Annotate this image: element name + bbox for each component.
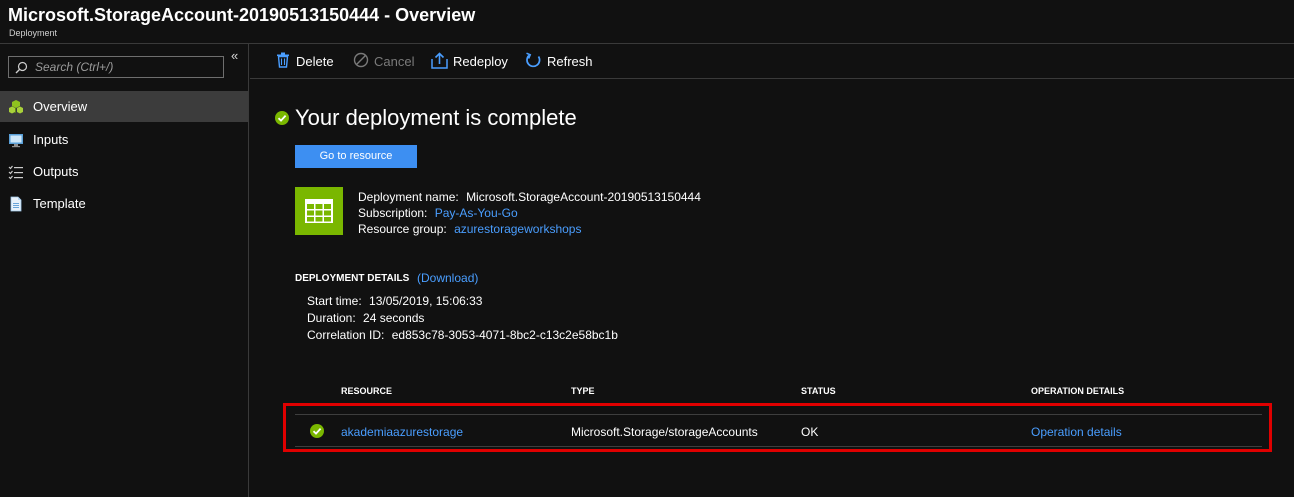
column-header-type: TYPE (571, 386, 595, 396)
cancel-label: Cancel (374, 54, 415, 69)
correlation-id-label: Correlation ID: (307, 328, 385, 342)
operation-details-link[interactable]: Operation details (1031, 425, 1122, 439)
duration-label: Duration: (307, 311, 356, 325)
column-header-operation-details: OPERATION DETAILS (1031, 386, 1125, 396)
correlation-id-value: ed853c78-3053-4071-8bc2-c13c2e58bc1b (391, 328, 618, 342)
resource-group-label: Resource group: (358, 222, 447, 236)
resource-status: OK (801, 425, 819, 439)
command-bar: Delete Cancel Redeploy Refresh (250, 44, 1294, 79)
search-box[interactable] (8, 56, 224, 78)
sidebar-item-label: Template (33, 196, 86, 211)
sidebar-item-outputs[interactable]: Outputs (0, 156, 248, 187)
page-subtitle: Deployment (9, 28, 58, 38)
resource-link[interactable]: akademiaazurestorage (341, 425, 463, 439)
redeploy-button[interactable]: Redeploy (431, 52, 511, 70)
start-time-label: Start time: (307, 294, 362, 308)
success-check-icon (310, 424, 324, 438)
success-check-icon (275, 111, 289, 125)
outputs-list-icon (8, 165, 23, 180)
deployment-name-label: Deployment name: (358, 190, 459, 204)
start-time-value: 13/05/2019, 15:06:33 (369, 294, 483, 308)
refresh-button[interactable]: Refresh (525, 52, 595, 70)
resource-group-row: Resource group: azurestorageworkshops (358, 222, 581, 236)
main-content: Your deployment is complete Go to resour… (250, 80, 1294, 497)
subscription-label: Subscription: (358, 206, 428, 220)
column-header-status: STATUS (801, 386, 836, 396)
duration-row: Duration: 24 seconds (307, 311, 424, 325)
subscription-row: Subscription: Pay-As-You-Go (358, 206, 518, 220)
sidebar-item-inputs[interactable]: Inputs (0, 124, 248, 155)
cancel-button[interactable]: Cancel (353, 52, 415, 70)
template-document-icon (10, 196, 22, 212)
search-icon (15, 61, 28, 74)
sidebar-item-label: Outputs (33, 164, 79, 179)
start-time-row: Start time: 13/05/2019, 15:06:33 (307, 294, 482, 308)
duration-value: 24 seconds (363, 311, 425, 325)
resource-group-link[interactable]: azurestorageworkshops (454, 222, 581, 236)
deployment-status-heading: Your deployment is complete (295, 105, 577, 130)
resource-type: Microsoft.Storage/storageAccounts (571, 425, 758, 439)
redeploy-label: Redeploy (453, 54, 508, 69)
deployment-name-value: Microsoft.StorageAccount-20190513150444 (466, 190, 701, 204)
sidebar-item-overview[interactable]: Overview (0, 91, 248, 122)
page-header: Microsoft.StorageAccount-20190513150444 … (0, 0, 1294, 44)
subscription-link[interactable]: Pay-As-You-Go (435, 206, 518, 220)
collapse-sidebar-button[interactable]: « (231, 49, 238, 63)
go-to-resource-button[interactable]: Go to resource (295, 145, 417, 168)
sidebar: « Overview Inputs Outputs (0, 44, 249, 497)
search-input[interactable] (35, 59, 219, 75)
page-title: Microsoft.StorageAccount-20190513150444 … (8, 5, 476, 25)
sidebar-item-label: Overview (33, 99, 88, 114)
storage-account-tile (295, 187, 343, 235)
trash-icon (277, 52, 289, 68)
refresh-label: Refresh (547, 54, 593, 69)
cancel-icon (353, 52, 369, 68)
sidebar-item-label: Inputs (33, 132, 69, 147)
delete-label: Delete (296, 54, 334, 69)
overview-cubes-icon (9, 100, 23, 114)
redeploy-upload-icon (431, 52, 448, 69)
download-link[interactable]: (Download) (417, 271, 478, 285)
column-header-resource: RESOURCE (341, 386, 393, 396)
storage-table-icon (305, 199, 333, 223)
inputs-monitor-icon (9, 134, 23, 148)
refresh-icon (526, 52, 541, 68)
sidebar-item-template[interactable]: Template (0, 188, 248, 219)
deployment-name-row: Deployment name: Microsoft.StorageAccoun… (358, 190, 701, 204)
deployment-details-heading: DEPLOYMENT DETAILS (295, 273, 410, 284)
correlation-id-row: Correlation ID: ed853c78-3053-4071-8bc2-… (307, 328, 618, 342)
delete-button[interactable]: Delete (276, 52, 336, 70)
